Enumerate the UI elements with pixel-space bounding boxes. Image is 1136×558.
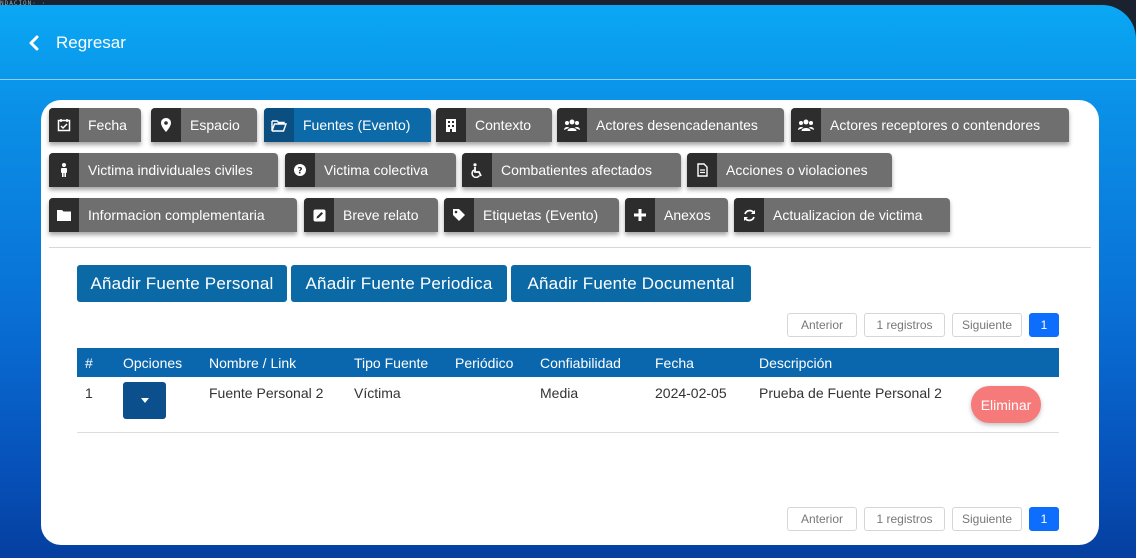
tab-label: Actualizacion de victima [773, 207, 923, 223]
tab-espacio[interactable]: Espacio [151, 108, 257, 142]
tab-anexos[interactable]: Anexos [625, 198, 728, 232]
users-icon [557, 108, 587, 142]
column-header: Nombre / Link [201, 348, 346, 377]
chevron-left-icon [29, 35, 39, 51]
calendar-check-icon [49, 108, 79, 142]
next-page-button[interactable]: Siguiente [952, 313, 1022, 337]
prev-page-button[interactable]: Anterior [787, 313, 857, 337]
add-fuente-documental-button[interactable]: Añadir Fuente Documental [511, 265, 751, 302]
tab-label: Actores desencadenantes [596, 117, 758, 133]
tipo-fuente-cell: Víctima [346, 377, 447, 433]
tab-victima-colectiva[interactable]: ? Victima colectiva [285, 153, 456, 187]
confiabilidad-cell: Media [532, 377, 647, 433]
nombre-cell: Fuente Personal 2 [201, 377, 346, 433]
tab-label: Acciones o violaciones [726, 162, 868, 178]
wheelchair-icon [462, 153, 492, 187]
column-header: Periódico [447, 348, 532, 377]
map-marker-icon [151, 108, 181, 142]
tab-label: Etiquetas (Evento) [483, 207, 599, 223]
refresh-icon [734, 198, 764, 232]
tab-label: Fuentes (Evento) [303, 117, 411, 133]
page-number-button[interactable]: 1 [1029, 507, 1059, 531]
column-header: Confiabilidad [532, 348, 647, 377]
records-count: 1 registros [864, 313, 945, 337]
tab-label: Breve relato [343, 207, 419, 223]
tag-icon [444, 198, 474, 232]
folder-open-icon [264, 108, 294, 142]
options-cell [115, 377, 201, 433]
add-fuente-personal-button[interactable]: Añadir Fuente Personal [77, 265, 287, 302]
tab-label: Combatientes afectados [501, 162, 652, 178]
tab-fuentes-evento[interactable]: Fuentes (Evento) [264, 108, 431, 142]
tab-label: Victima colectiva [324, 162, 429, 178]
tab-breve-relato[interactable]: Breve relato [304, 198, 438, 232]
tab-victima-individuales[interactable]: Victima individuales civiles [49, 153, 278, 187]
delete-button[interactable]: Eliminar [971, 386, 1041, 423]
row-number: 1 [77, 377, 115, 433]
tab-acciones-violaciones[interactable]: Acciones o violaciones [687, 153, 892, 187]
users-icon [791, 108, 821, 142]
pagination-top: Anterior 1 registros Siguiente 1 [787, 313, 1059, 337]
person-icon [49, 153, 79, 187]
app-window: Regresar Fecha Espacio Fuentes (Evento) … [0, 5, 1136, 558]
tab-contexto[interactable]: Contexto [436, 108, 552, 142]
tab-label: Espacio [190, 117, 240, 133]
question-circle-icon: ? [285, 153, 315, 187]
options-dropdown-button[interactable] [123, 382, 166, 419]
tab-etiquetas-evento[interactable]: Etiquetas (Evento) [444, 198, 619, 232]
tab-label: Anexos [664, 207, 711, 223]
tab-label: Victima individuales civiles [88, 162, 253, 178]
plus-icon [625, 198, 655, 232]
tab-fecha[interactable]: Fecha [49, 108, 141, 142]
tab-label: Contexto [475, 117, 532, 133]
tab-actores-receptores[interactable]: Actores receptores o contendores [791, 108, 1069, 142]
records-count: 1 registros [864, 507, 945, 531]
pagination-bottom: Anterior 1 registros Siguiente 1 [787, 507, 1059, 531]
add-fuente-periodica-button[interactable]: Añadir Fuente Periodica [291, 265, 507, 302]
main-card: Fecha Espacio Fuentes (Evento) Contexto … [41, 100, 1099, 545]
building-icon [436, 108, 466, 142]
folder-icon [49, 198, 79, 232]
column-header: Descripción [751, 348, 1059, 377]
fecha-cell: 2024-02-05 [647, 377, 751, 433]
column-header: # [77, 348, 115, 377]
tab-actores-desencadenantes[interactable]: Actores desencadenantes [557, 108, 784, 142]
tab-combatientes-afectados[interactable]: Combatientes afectados [462, 153, 681, 187]
column-header: Tipo Fuente [346, 348, 447, 377]
tab-label: Actores receptores o contendores [830, 117, 1041, 133]
column-header: Opciones [115, 348, 201, 377]
fuentes-table: # Opciones Nombre / Link Tipo Fuente Per… [77, 348, 1059, 433]
caret-down-icon [140, 398, 149, 403]
tab-actualizacion-victima[interactable]: Actualizacion de victima [734, 198, 950, 232]
prev-page-button[interactable]: Anterior [787, 507, 857, 531]
back-label: Regresar [56, 33, 126, 52]
tab-label: Fecha [88, 117, 127, 133]
table-row: 1 Fuente Personal 2 Víctima Media 2024-0… [77, 377, 1059, 433]
edit-icon [304, 198, 334, 232]
svg-text:?: ? [297, 167, 302, 177]
tab-informacion-complementaria[interactable]: Informacion complementaria [49, 198, 297, 232]
back-button[interactable]: Regresar [28, 33, 126, 53]
table-header-row: # Opciones Nombre / Link Tipo Fuente Per… [77, 348, 1059, 377]
top-bar: Regresar [0, 5, 1136, 80]
file-text-icon [687, 153, 717, 187]
tab-label: Informacion complementaria [88, 207, 265, 223]
column-header: Fecha [647, 348, 751, 377]
next-page-button[interactable]: Siguiente [952, 507, 1022, 531]
divider [49, 247, 1091, 248]
periodico-cell [447, 377, 532, 433]
page-number-button[interactable]: 1 [1029, 313, 1059, 337]
